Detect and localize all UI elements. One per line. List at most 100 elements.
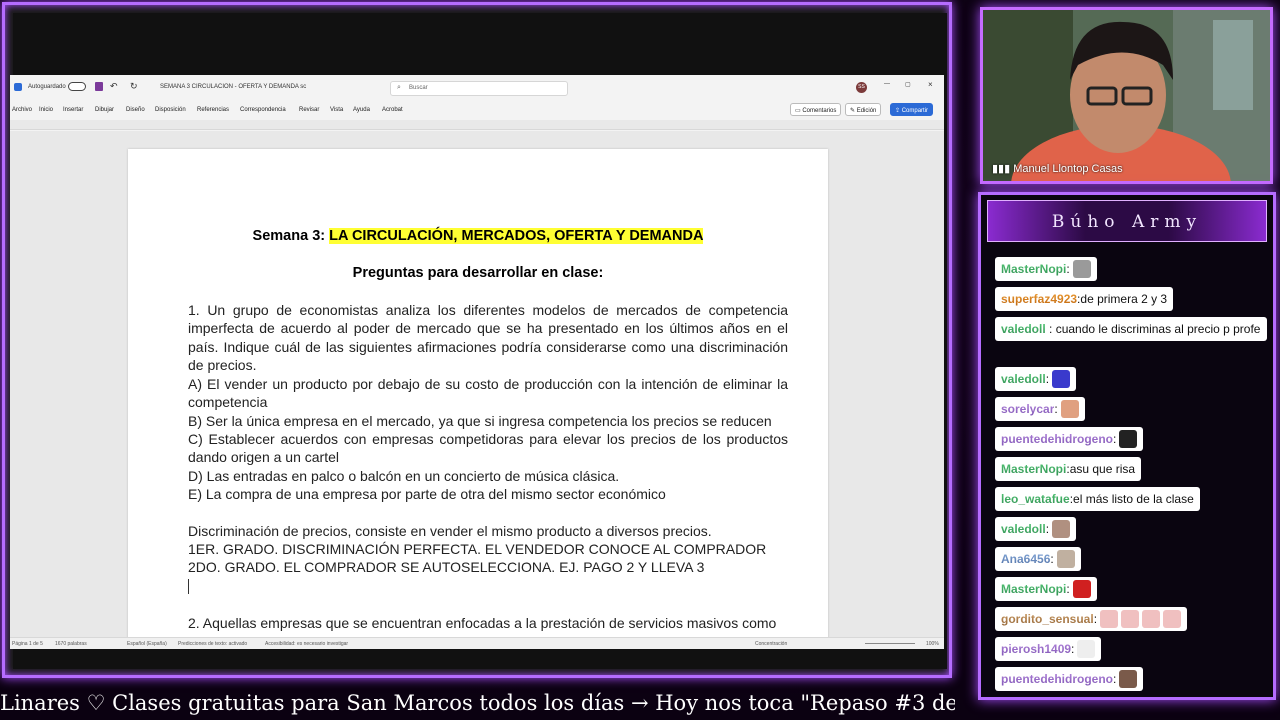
undo-icon[interactable]: ↶ [110, 81, 118, 92]
word-count[interactable]: 1670 palabras [55, 641, 87, 647]
question-1: 1. Un grupo de economistas analiza los d… [188, 302, 788, 373]
chat-username[interactable]: superfaz4923 [1001, 290, 1077, 308]
document-area: Semana 3: LA CIRCULACIÓN, MERCADOS, OFER… [10, 131, 944, 649]
chat-username[interactable]: valedoll [1001, 322, 1046, 336]
menu-acrobat[interactable]: Acrobat [382, 107, 403, 113]
menu-correspondencia[interactable]: Correspondencia [240, 107, 286, 113]
webcam-feed [983, 10, 1270, 181]
chat-username[interactable]: valedoll [1001, 520, 1046, 538]
menu-inicio[interactable]: Inicio [39, 107, 53, 113]
chat-header: Búho Army [987, 200, 1267, 242]
pencil-icon: ✎ [850, 108, 857, 114]
ribbon-menu: Archivo Inicio Insertar Dibujar Diseño D… [10, 102, 944, 120]
chat-username[interactable]: pierosh1409 [1001, 640, 1071, 658]
laugh-emote-icon [1163, 610, 1182, 628]
search-placeholder: Buscar [409, 85, 428, 91]
news-ticker: Linares ♡ Clases gratuitas para San Marc… [0, 691, 955, 715]
heading-highlight: LA CIRCULACIÓN, MERCADOS, OFERTA Y DEMAN… [329, 228, 704, 244]
chat-username[interactable]: MasterNopi [1001, 580, 1066, 598]
chat-text: asu que risa [1069, 462, 1136, 476]
menu-dibujar[interactable]: Dibujar [95, 107, 114, 113]
text-predictions[interactable]: Predicciones de texto: activado [178, 641, 247, 647]
search-icon: ⌕ [397, 84, 401, 91]
minimize-icon[interactable]: — [884, 81, 890, 87]
note-line-1: Discriminación de precios, consiste en v… [188, 523, 712, 539]
chat-separator: : [1045, 522, 1050, 536]
signal-icon: ▮▮▮ [992, 163, 1014, 175]
option-b: B) Ser la única empresa en el mercado, y… [188, 413, 772, 429]
chat-separator: : [1045, 322, 1056, 336]
title-bar: Autoguardado ↶ ↻ SEMANA 3 CIRCULACION - … [10, 75, 944, 101]
menu-ayuda[interactable]: Ayuda [353, 107, 370, 113]
chat-separator: : [1050, 552, 1054, 566]
chat-username[interactable]: sorelycar [1001, 400, 1054, 418]
chat-separator: : [1071, 642, 1075, 656]
chat-username[interactable]: gordito_sensual [1001, 610, 1094, 628]
word-icon [14, 83, 22, 91]
presenter-name: Manuel Llontop Casas [1013, 163, 1123, 175]
menu-insertar[interactable]: Insertar [63, 107, 83, 113]
chat-username[interactable]: puentedehidrogeno [1001, 430, 1113, 448]
face-emote-icon [1060, 400, 1079, 418]
chat-separator: : [1066, 582, 1070, 596]
chat-message: puentedehidrogeno : [995, 427, 1144, 451]
chat-message: valedoll : [995, 517, 1077, 541]
chat-separator: : [1066, 262, 1070, 276]
chat-username[interactable]: MasterNopi [1001, 260, 1066, 278]
page-count[interactable]: Página 1 de 5 [12, 641, 43, 647]
stream-overlay: Autoguardado ↶ ↻ SEMANA 3 CIRCULACION - … [0, 0, 1280, 720]
language[interactable]: Español (España) [127, 641, 167, 647]
redo-icon[interactable]: ↻ [130, 81, 138, 92]
heading-prefix: Semana 3: [252, 228, 326, 244]
menu-revisar[interactable]: Revisar [299, 107, 319, 113]
chat-separator: : [1045, 372, 1050, 386]
chat-username[interactable]: valedoll [1001, 370, 1046, 388]
share-button[interactable]: ⇪ Compartir [890, 103, 934, 116]
face-emote-icon [1119, 670, 1138, 688]
option-e: E) La compra de una empresa por parte de… [188, 486, 666, 502]
document-title[interactable]: SEMANA 3 CIRCULACION - OFERTA Y DEMANDA … [160, 84, 306, 90]
avatar[interactable]: SS [856, 82, 867, 93]
document-heading: Semana 3: LA CIRCULACIÓN, MERCADOS, OFER… [128, 228, 828, 244]
chat-message: puentedehidrogeno : [995, 667, 1144, 691]
chat-message: gordito_sensual : [995, 607, 1188, 631]
document-page: Semana 3: LA CIRCULACIÓN, MERCADOS, OFER… [128, 149, 828, 649]
menu-archivo[interactable]: Archivo [12, 107, 32, 113]
chat-username[interactable]: MasterNopi [1001, 460, 1066, 478]
chat-message: valedoll : cuando le discriminas al prec… [995, 317, 1267, 341]
chat-title: Búho Army [1051, 212, 1203, 232]
save-icon[interactable] [95, 82, 103, 91]
menu-vista[interactable]: Vista [330, 107, 343, 113]
chat-username[interactable]: Ana6456 [1001, 550, 1050, 568]
document-subtitle: Preguntas para desarrollar en clase: [352, 265, 604, 281]
wizard-emote-icon [1052, 370, 1071, 388]
chat-separator: : [1054, 402, 1058, 416]
word-window: Autoguardado ↶ ↻ SEMANA 3 CIRCULACION - … [10, 75, 944, 649]
maximize-icon[interactable]: ▢ [905, 81, 911, 88]
menu-diseno[interactable]: Diseño [126, 107, 145, 113]
chat-username[interactable]: puentedehidrogeno [1001, 670, 1113, 688]
accessibility-status[interactable]: Accesibilidad: es necesario investigar [265, 641, 348, 647]
chat-message: MasterNopi : [995, 257, 1097, 281]
menu-disposicion[interactable]: Disposición [155, 107, 186, 113]
option-d: D) Las entradas en palco o balcón en un … [188, 468, 620, 484]
edit-label: Edición [856, 108, 877, 114]
search-input[interactable]: ⌕ Buscar [390, 81, 568, 96]
close-icon[interactable]: × [928, 80, 933, 89]
focus-mode[interactable]: Concentración [755, 641, 787, 647]
laugh-emote-icon [1142, 610, 1161, 628]
menu-referencias[interactable]: Referencias [197, 107, 229, 113]
chat-message: MasterNopi : asu que risa [995, 457, 1142, 481]
zoom-level[interactable]: 100% [926, 641, 939, 647]
chat-username[interactable]: leo_watafue [1001, 490, 1070, 508]
autosave-toggle[interactable] [68, 82, 86, 91]
zoom-slider[interactable] [865, 643, 915, 644]
comments-button[interactable]: ▭ Comentarios [790, 103, 842, 116]
status-bar: Página 1 de 5 1670 palabras Español (Esp… [10, 637, 944, 649]
edit-mode-button[interactable]: ✎ Edición [845, 103, 882, 116]
chat-message: superfaz4923 : de primera 2 y 3 [995, 287, 1174, 311]
question-2: 2. Aquellas empresas que se encuentran e… [188, 615, 777, 631]
chat-panel: Búho Army MasterNopi : superfaz4923 : de… [978, 192, 1276, 700]
cat-emote-icon [1056, 550, 1075, 568]
black-cat-emote-icon [1119, 430, 1138, 448]
